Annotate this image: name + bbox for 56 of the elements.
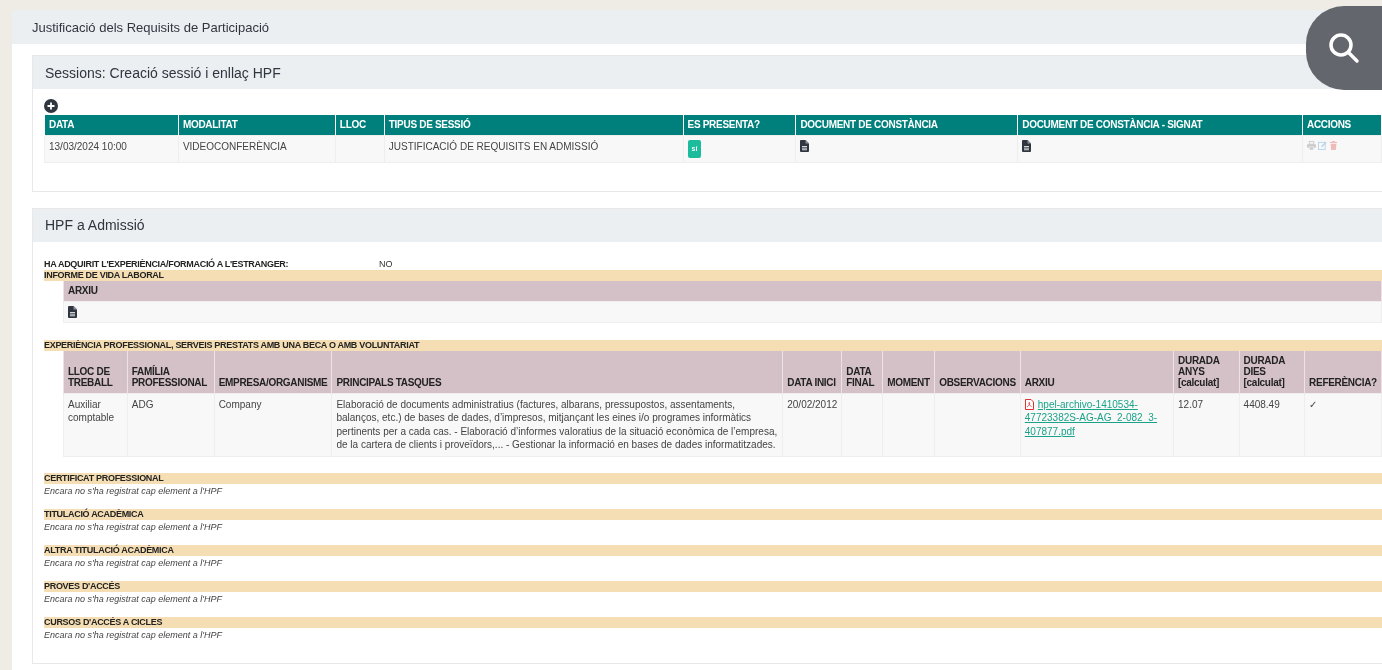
document-icon[interactable] — [1022, 140, 1032, 152]
field-label: HA ADQUIRIT L'EXPERIÈNCIA/FORMACIÓ A L'ESTRANGER: — [44, 259, 290, 269]
column-header: DATA FINAL — [841, 350, 883, 393]
document-icon[interactable] — [68, 305, 77, 318]
table-cell: VIDEOCONFERÈNCIA — [178, 135, 336, 162]
column-header: MODALITAT — [178, 115, 336, 136]
document-icon[interactable] — [800, 140, 810, 152]
empty-message: Encara no s'ha registrat cap element a l'HPF — [44, 485, 224, 496]
table-cell: 13/03/2024 10:00 — [44, 135, 179, 162]
column-header: DURADA DIES [calculat] — [1239, 350, 1305, 393]
column-header: MOMENT — [882, 350, 935, 393]
column-header: LLOC — [335, 115, 385, 136]
column-header: DOCUMENT DE CONSTÀNCIA - SIGNAT — [1017, 115, 1303, 136]
column-header: DOCUMENT DE CONSTÀNCIA — [795, 115, 1018, 136]
table-cell: 12.07 — [1173, 393, 1240, 456]
section-title: INFORME DE VIDA LABORAL — [44, 270, 164, 280]
table-cell: Auxiliar comptable — [63, 393, 128, 456]
column-header: DATA — [44, 115, 179, 136]
page-title: Justificació dels Requisits de Participació — [32, 19, 269, 35]
column-header: ARXIU — [63, 280, 1382, 301]
column-header: FAMÍLIA PROFESSIONAL — [127, 350, 215, 393]
column-header: REFERÈNCIA? — [1304, 350, 1382, 393]
field-value: NO — [379, 259, 393, 269]
column-header: EMPRESA/ORGANISME — [214, 350, 332, 393]
column-header: LLOC DE TREBALL — [63, 350, 128, 393]
section-title: CURSOS D'ACCÉS A CICLES — [44, 617, 163, 627]
table-cell: 4408.49 — [1239, 393, 1305, 456]
section-title: CERTIFICAT PROFESSIONAL — [44, 473, 164, 483]
panel-title: HPF a Admissió — [45, 217, 145, 233]
panel-title: Sessions: Creació sessió i enllaç HPF — [45, 64, 281, 81]
empty-message: Encara no s'ha registrat cap element a l'HPF — [44, 629, 224, 640]
table-cell: Elaboració de documents administratius (factures, albarans, pressupostos, assentaments, balanços, etc.) de bases de dades, d’impresos, mitjançant les eines i/o programes informàtics pertinents per a cada cas. - Elaboració d’informes valoratius de la situació econòmica de l’empresa, de la cartera de clients i proveïdors,... - Gestionar la informació en bases de dades informatitzades. — [331, 393, 783, 456]
column-header: ARXIU — [1020, 350, 1174, 393]
column-header: PRINCIPALS TASQUES — [331, 350, 783, 393]
section-title: TITULACIÓ ACADÈMICA — [44, 509, 144, 519]
pdf-icon — [1024, 398, 1034, 410]
column-header: ACCIONS — [1302, 115, 1382, 136]
empty-message: Encara no s'ha registrat cap element a l'HPF — [44, 593, 224, 604]
column-header: OBSERVACIONS — [934, 350, 1021, 393]
column-header: DURADA ANYS [calculat] — [1173, 350, 1240, 393]
table-cell: ADG — [127, 393, 215, 456]
table-cell: JUSTIFICACIÓ DE REQUISITS EN ADMISSIÓ — [384, 135, 683, 162]
column-header: TIPUS DE SESSIÓ — [384, 115, 683, 136]
section-title: PROVES D'ACCÉS — [44, 581, 120, 591]
table-cell: ✓ — [1304, 393, 1382, 456]
search-button[interactable] — [1306, 6, 1382, 90]
column-header: DATA INICI — [782, 350, 842, 393]
column-header: ES PRESENTA? — [683, 115, 796, 136]
section-title: EXPERIÈNCIA PROFESSIONAL, SERVEIS PRESTATS AMB UNA BECA O AMB VOLUNTARIAT — [44, 340, 420, 350]
empty-message: Encara no s'ha registrat cap element a l'HPF — [44, 521, 224, 532]
section-title: ALTRA TITULACIÓ ACADÈMICA — [44, 545, 174, 555]
table-cell: 20/02/2012 — [782, 393, 842, 456]
search-icon — [1327, 31, 1361, 65]
table-cell: Company — [214, 393, 332, 456]
empty-message: Encara no s'ha registrat cap element a l'HPF — [44, 557, 224, 568]
add-icon[interactable] — [44, 99, 58, 113]
